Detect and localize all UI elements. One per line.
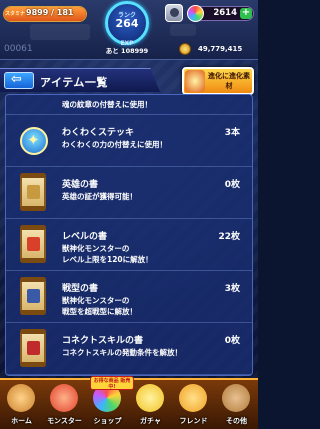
- back-arrow-icon: ⇦: [11, 72, 22, 87]
- item-list[interactable]: 魂の紋章の付替えに使用！ わくわくステッキ 3本 わくわくの力の付替えに使用！ …: [5, 94, 253, 376]
- level-book-icon: [20, 225, 46, 263]
- evolve-material-banner[interactable]: 進化に進化素材: [182, 67, 254, 95]
- list-item[interactable]: 魂の紋章の付替えに使用！: [6, 95, 252, 115]
- item-name: 英雄の書: [62, 180, 99, 190]
- nav-friend[interactable]: フレンド: [172, 380, 215, 429]
- nav-label: ホーム: [11, 417, 32, 425]
- nav-label: フレンド: [179, 417, 208, 425]
- item-description: わくわくの力の付替えに使用！: [62, 140, 167, 149]
- item-count: 0枚: [224, 180, 240, 190]
- rank-value: 264: [115, 17, 139, 30]
- other-icon: [222, 384, 250, 412]
- list-item[interactable]: 英雄の書 0枚 英雄の証が獲得可能！: [6, 167, 252, 219]
- nav-gacha[interactable]: ガチャ: [129, 380, 172, 429]
- list-item[interactable]: コネクトスキルの書 0枚 コネクトスキルの発動条件を解放！: [6, 323, 252, 375]
- item-description: 獣神化モンスターの レベル上限を120に解放！: [62, 244, 153, 264]
- item-name: コネクトスキルの書: [62, 336, 144, 346]
- mascot-icon: [185, 70, 205, 92]
- user-id: 00061: [4, 44, 33, 54]
- home-icon: [7, 384, 35, 412]
- nav-label: その他: [226, 417, 247, 425]
- nav-label: ガチャ: [140, 417, 161, 425]
- list-item[interactable]: わくわくステッキ 3本 わくわくの力の付替えに使用！: [6, 115, 252, 167]
- item-name: レベルの書: [62, 232, 108, 242]
- gold-count: 49,779,415: [198, 45, 243, 53]
- rank-badge[interactable]: ランク 264 EXP: [100, 1, 154, 47]
- rank-circle: ランク 264: [105, 1, 149, 45]
- item-count: 0枚: [224, 336, 240, 346]
- orb-counter: 2614 +: [187, 5, 254, 22]
- add-orb-button[interactable]: +: [240, 8, 252, 19]
- nav-other[interactable]: その他: [215, 380, 258, 429]
- item-description: 獣神化モンスターの 戦型を超戦型に解放！: [62, 296, 137, 316]
- hero-book-icon: [20, 173, 46, 211]
- evolve-banner-label: 進化に進化素材: [208, 72, 250, 90]
- monster-icon: [50, 384, 78, 412]
- book-emblem: [27, 237, 40, 251]
- book-emblem: [27, 289, 40, 303]
- orb-count: 2614: [213, 8, 237, 18]
- gacha-icon: [136, 384, 164, 412]
- back-button[interactable]: ⇦: [4, 72, 34, 89]
- list-item[interactable]: 戦型の書 3枚 獣神化モンスターの 戦型を超戦型に解放！: [6, 271, 252, 323]
- exp-remaining: あと 108999: [105, 47, 149, 55]
- item-count: 22枚: [218, 232, 240, 242]
- item-name: わくわくステッキ: [62, 128, 135, 138]
- nav-label: モンスター: [47, 417, 82, 425]
- magic-stick-icon: [20, 127, 48, 155]
- nav-label: ショップ: [93, 417, 122, 425]
- profile-icon[interactable]: [165, 4, 183, 22]
- book-emblem: [27, 185, 40, 199]
- faded-panel: [30, 24, 90, 40]
- list-item[interactable]: レベルの書 22枚 獣神化モンスターの レベル上限を120に解放！: [6, 219, 252, 271]
- stamina-icon: スタミナ: [5, 11, 26, 17]
- friend-icon: [179, 384, 207, 412]
- sale-badge: お得な商品 販売中!: [90, 376, 134, 390]
- nav-home[interactable]: ホーム: [0, 380, 43, 429]
- status-bar: スタミナ 9899 / 181 00061 ランク 264 EXP あと 108…: [0, 0, 258, 60]
- page-title: アイテム一覧: [40, 76, 108, 89]
- item-description: 魂の紋章の付替えに使用！: [62, 100, 152, 109]
- item-count: 3本: [224, 128, 240, 138]
- connect-skill-book-icon: [20, 329, 46, 367]
- item-name: 戦型の書: [62, 284, 99, 294]
- orb-icon: [187, 5, 204, 22]
- nav-monster[interactable]: モンスター: [43, 380, 86, 429]
- stamina-value: 9899 / 181: [26, 8, 74, 17]
- item-count: 3枚: [224, 284, 240, 294]
- item-description: コネクトスキルの発動条件を解放！: [62, 348, 182, 357]
- stamina-gauge: スタミナ 9899 / 181: [3, 6, 87, 22]
- faded-panel: [170, 24, 196, 36]
- book-emblem: [27, 341, 40, 355]
- gold-coin-icon: [179, 43, 191, 55]
- battle-type-book-icon: [20, 277, 46, 315]
- item-description: 英雄の証が獲得可能！: [62, 192, 137, 201]
